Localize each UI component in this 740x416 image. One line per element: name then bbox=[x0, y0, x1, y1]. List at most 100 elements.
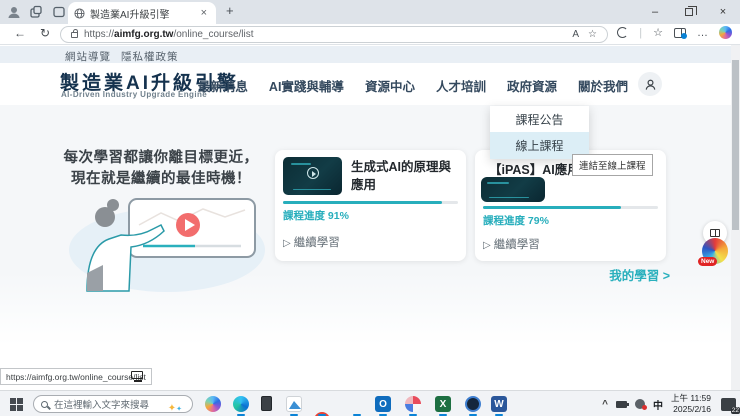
hero-text-line1: 每次學習都讓你離目標更近， bbox=[63, 150, 259, 166]
nav-item-news[interactable]: 最新消息 bbox=[198, 76, 248, 95]
tab-title: 製造業AI升級引擎 bbox=[90, 9, 170, 21]
search-highlights-icon[interactable]: ✦✦ bbox=[168, 398, 182, 416]
status-bar-url: https://aimfg.org.tw/online_course/list bbox=[0, 368, 152, 385]
ime-indicator[interactable]: 中 bbox=[653, 397, 663, 412]
workspaces-icon[interactable] bbox=[29, 5, 43, 19]
favorite-star-icon[interactable]: ☆ bbox=[588, 29, 597, 40]
nav-item-about-us[interactable]: 關於我們 bbox=[578, 76, 628, 95]
user-account-button[interactable] bbox=[638, 72, 662, 96]
taskbar-photos-icon[interactable] bbox=[286, 396, 302, 412]
taskbar-pinwheel-app-icon[interactable] bbox=[405, 396, 421, 412]
continue-play-icon: ▷ bbox=[483, 240, 491, 251]
back-icon[interactable]: ← bbox=[14, 26, 26, 40]
page-scrollbar-thumb[interactable] bbox=[732, 60, 739, 230]
restore-button[interactable] bbox=[672, 0, 706, 24]
courses-dropdown-menu: 課程公告 線上課程 bbox=[490, 106, 589, 159]
url-path: /online_course/list bbox=[173, 29, 254, 40]
taskbar-search-box[interactable]: 在這裡輸入文字來搜尋 ✦✦ bbox=[33, 395, 193, 416]
continue-play-icon: ▷ bbox=[283, 238, 291, 249]
link-tooltip: 連結至線上課程 bbox=[572, 154, 653, 176]
learning-illustration bbox=[69, 198, 265, 292]
notification-center-icon[interactable]: 22 bbox=[721, 397, 740, 414]
course-1-progress-text: 課程進度 91% bbox=[283, 210, 349, 222]
course-2-continue-link[interactable]: ▷ 繼續學習 bbox=[483, 236, 540, 252]
taskbar-outlook-icon[interactable]: O bbox=[375, 396, 391, 412]
course-2-thumbnail[interactable] bbox=[481, 177, 545, 202]
taskbar-excel-icon[interactable]: X bbox=[435, 396, 451, 412]
sitemap-link[interactable]: 網站導覽 bbox=[65, 49, 111, 64]
notification-badge: 22 bbox=[730, 406, 740, 414]
favorites-bar-icon[interactable]: ☆ bbox=[653, 26, 663, 39]
taskbar-word-icon[interactable]: W bbox=[491, 396, 507, 412]
copilot-icon[interactable] bbox=[719, 26, 732, 39]
site-logo-subtitle: AI-Driven Industry Upgrade Engine bbox=[61, 90, 208, 99]
read-aloud-icon[interactable]: A bbox=[572, 29, 579, 40]
course-2-progress-bar bbox=[483, 206, 658, 209]
taskbar-dark-app-icon[interactable] bbox=[465, 396, 481, 412]
tray-alert-icon[interactable] bbox=[634, 399, 647, 410]
tray-chevron-up-icon[interactable]: ^ bbox=[602, 399, 608, 410]
taskbar-edge-icon[interactable] bbox=[233, 396, 249, 412]
browser-essentials-icon[interactable] bbox=[617, 27, 629, 38]
clock-time: 上午 11:59 bbox=[670, 392, 711, 403]
globe-icon bbox=[74, 7, 85, 19]
page-scrollbar-track[interactable] bbox=[731, 45, 740, 390]
toolbar-right-icons: | ☆ … bbox=[617, 26, 732, 39]
windows-taskbar: 在這裡輸入文字來搜尋 ✦✦ O X W ^ 中 上午 11:59 2025/2/1… bbox=[0, 390, 740, 416]
battery-icon[interactable] bbox=[615, 400, 629, 408]
chevron-right-icon: > bbox=[662, 269, 670, 283]
search-placeholder: 在這裡輸入文字來搜尋 bbox=[54, 400, 150, 411]
nav-item-resources[interactable]: 資源中心 bbox=[365, 76, 415, 95]
site-header: 製造業AI升級引擎 AI-Driven Industry Upgrade Eng… bbox=[0, 63, 740, 105]
monitor-icon bbox=[131, 371, 144, 383]
window-controls: – × bbox=[638, 0, 740, 24]
privacy-link[interactable]: 隱私權政策 bbox=[121, 49, 179, 64]
course-1-continue-link[interactable]: ▷ 繼續學習 bbox=[283, 234, 340, 250]
course-1-progress-fill bbox=[283, 201, 443, 204]
tab-close-icon[interactable]: × bbox=[198, 7, 210, 19]
minimize-button[interactable]: – bbox=[638, 0, 672, 24]
user-icon bbox=[645, 79, 655, 90]
taskbar-copilot-icon[interactable] bbox=[205, 396, 221, 412]
utility-strip: 網站導覽 隱私權政策 bbox=[0, 46, 740, 63]
profile-icon[interactable] bbox=[7, 5, 21, 19]
book-icon bbox=[710, 229, 720, 237]
new-badge: New bbox=[698, 257, 718, 266]
url-text[interactable]: https://aimfg.org.tw/online_course/list bbox=[84, 29, 254, 40]
hero-text-line2: 現在就是繼續的最佳時機！ bbox=[71, 171, 251, 187]
nav-item-talent-training[interactable]: 人才培訓 bbox=[436, 76, 486, 95]
new-tab-button[interactable]: + bbox=[226, 3, 234, 18]
url-prefix: https:// bbox=[84, 29, 115, 40]
lock-icon bbox=[71, 28, 78, 38]
nav-item-gov-resources[interactable]: 政府資源 bbox=[507, 76, 557, 95]
browser-toolbar: ← ↻ https://aimfg.org.tw/online_course/l… bbox=[0, 24, 740, 45]
nav-item-ai-practice[interactable]: AI實踐與輔導 bbox=[269, 76, 344, 95]
browser-tab-bar: 製造業AI升級引擎 × + – × bbox=[0, 0, 740, 24]
copilot-sidebar-icon[interactable] bbox=[674, 27, 687, 39]
course-1-title[interactable]: 生成式AI的原理與應用 bbox=[351, 159, 457, 194]
course-card-1[interactable]: 生成式AI的原理與應用 課程進度 91% ▷ 繼續學習 bbox=[275, 150, 466, 261]
start-button[interactable] bbox=[10, 398, 23, 411]
close-button[interactable]: × bbox=[706, 0, 740, 24]
video-play-icon bbox=[306, 166, 319, 179]
system-tray: ^ 中 上午 11:59 2025/2/16 22 bbox=[602, 391, 740, 416]
taskbar-clock[interactable]: 上午 11:59 2025/2/16 bbox=[671, 393, 711, 415]
settings-ellipsis-icon[interactable]: … bbox=[697, 27, 708, 39]
browser-tab[interactable]: 製造業AI升級引擎 × bbox=[68, 2, 216, 24]
refresh-icon[interactable]: ↻ bbox=[40, 26, 50, 40]
course-1-progress-bar bbox=[283, 201, 458, 204]
my-learning-link[interactable]: 我的學習 > bbox=[596, 265, 670, 284]
page-viewport: 網站導覽 隱私權政策 製造業AI升級引擎 AI-Driven Industry … bbox=[0, 45, 740, 390]
search-icon bbox=[41, 400, 48, 408]
promo-app-button[interactable]: New bbox=[698, 238, 728, 266]
tab-actions-icon[interactable] bbox=[52, 5, 66, 19]
screen: 製造業AI升級引擎 × + – × ← ↻ https://aimfg.org.… bbox=[0, 0, 740, 416]
course-1-thumbnail[interactable] bbox=[283, 157, 342, 195]
dropdown-item-announcements[interactable]: 課程公告 bbox=[490, 106, 589, 132]
clock-date: 2025/2/16 bbox=[673, 404, 711, 414]
address-bar[interactable]: https://aimfg.org.tw/online_course/list … bbox=[60, 26, 608, 43]
url-domain: aimfg.org.tw bbox=[114, 29, 174, 40]
restore-icon bbox=[685, 6, 697, 16]
main-nav: 最新消息 AI實踐與輔導 資源中心 人才培訓 政府資源 關於我們 bbox=[198, 76, 628, 95]
taskbar-phone-link-icon[interactable] bbox=[261, 396, 272, 411]
